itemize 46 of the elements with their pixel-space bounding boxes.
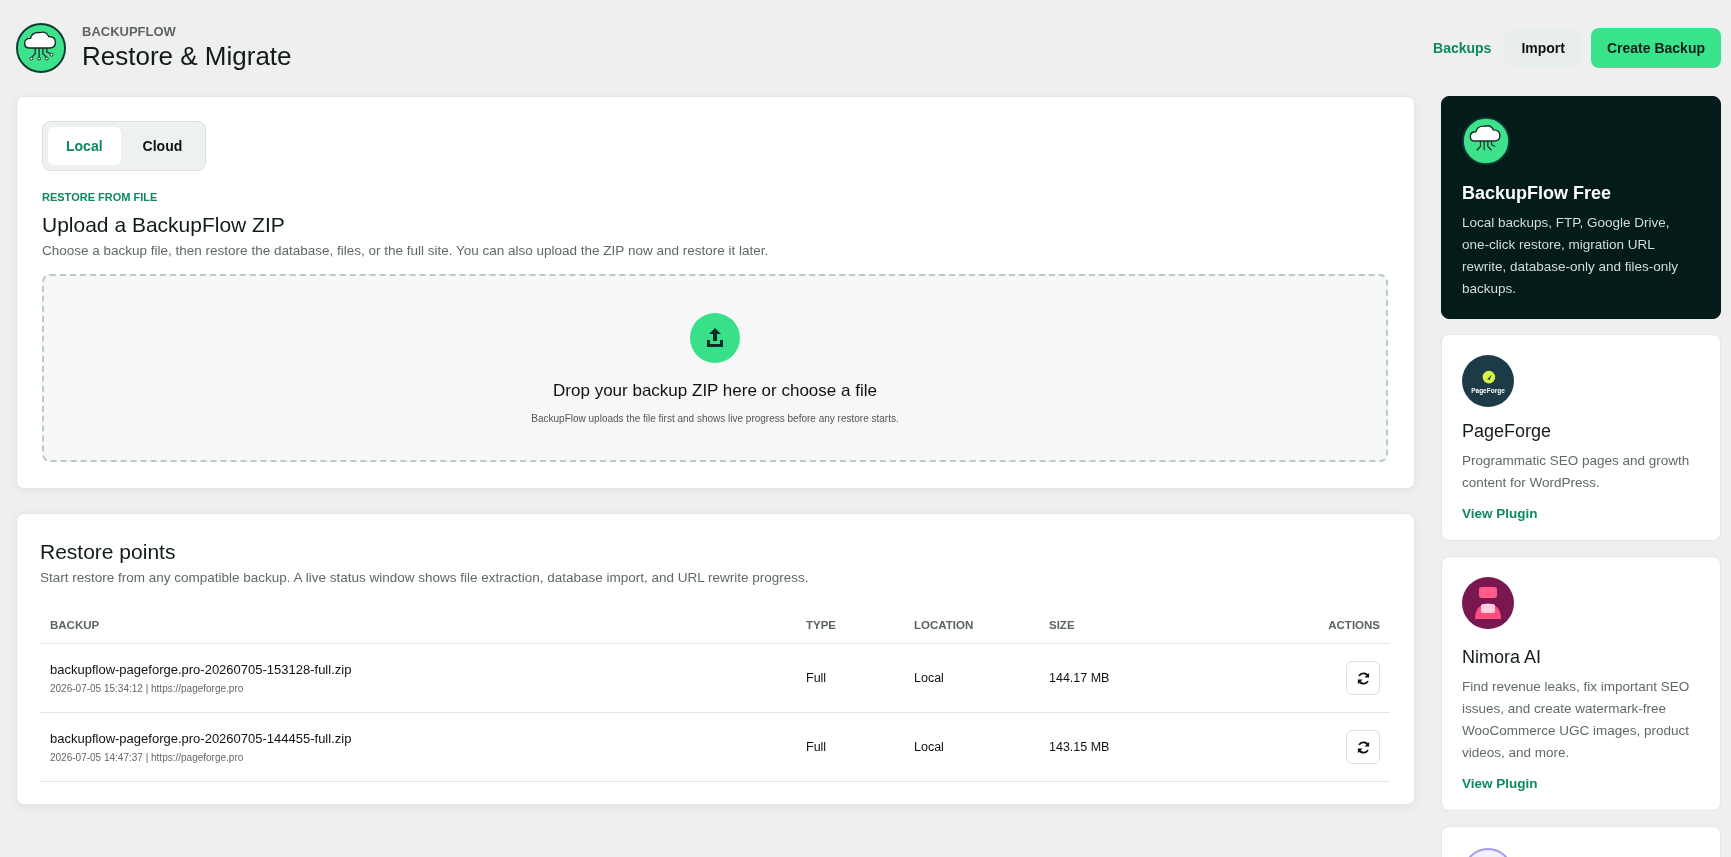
view-plugin-link[interactable]: View Plugin — [1462, 506, 1538, 521]
column-header: TYPE — [806, 619, 837, 631]
plugin-title: PageForge — [1462, 421, 1553, 442]
plan-title: BackupFlow Free — [1462, 183, 1613, 204]
backup-file-name: backupflow-pageforge.pro-20260705-144455-full.zip — [50, 731, 353, 746]
column-header: SIZE — [1049, 619, 1075, 631]
app-name: BACKUPFLOW — [82, 24, 177, 39]
section-eyebrow: RESTORE FROM FILE — [42, 191, 159, 203]
robot-logo-icon — [1462, 577, 1514, 629]
plugin-description: Programmatic SEO pages and growth content for WordPress. — [1462, 452, 1691, 492]
source-tab[interactable]: Local — [48, 127, 121, 165]
backup-meta: 2026-07-05 15:34:12 | https://pageforge.pro — [50, 683, 245, 694]
dropzone-hint: BackupFlow uploads the file first and shows live progress before any restore starts. — [531, 412, 899, 424]
page-title: Restore & Migrate — [82, 41, 292, 72]
plugin-description: Find revenue leaks, fix important SEO issues, and create watermark-free WooCommerce UGC images, product videos, and more. — [1462, 678, 1691, 762]
plugin-title: Nimora AI — [1462, 647, 1543, 668]
import-button[interactable]: Import — [1505, 28, 1581, 68]
table-cell: Local — [914, 740, 944, 754]
cloud-circuit-logo-icon — [16, 23, 66, 73]
column-header: ACTIONS — [1328, 619, 1380, 631]
backup-meta: 2026-07-05 14:47:37 | https://pageforge.pro — [50, 752, 245, 763]
table-cell: Full — [806, 740, 827, 754]
backups-link[interactable]: Backups — [1429, 30, 1496, 66]
table-cell: 143.15 MB — [1049, 740, 1110, 754]
upload-icon — [690, 312, 740, 363]
restore-button[interactable] — [1346, 661, 1380, 695]
view-plugin-link[interactable]: View Plugin — [1462, 776, 1538, 791]
plan-description: Local backups, FTP, Google Drive, one-click restore, migration URL rewrite, database-only and files-only backups. — [1462, 214, 1680, 298]
restore-button[interactable] — [1346, 730, 1380, 764]
section-title: Restore points — [40, 540, 177, 564]
column-header: BACKUP — [50, 619, 100, 631]
table-cell: Full — [806, 671, 827, 685]
column-header: LOCATION — [914, 619, 974, 631]
section-description: Choose a backup file, then restore the database, files, or the full site. You can also upload the ZIP now and restore it later. — [42, 243, 770, 258]
create-backup-button[interactable]: Create Backup — [1590, 28, 1721, 68]
cloud-circuit-logo-icon — [1462, 117, 1510, 165]
table-cell: 144.17 MB — [1049, 671, 1110, 685]
section-description: Start restore from any compatible backup. A live status window shows file extraction, database import, and URL rewrite progress. — [40, 570, 810, 585]
refresh-icon — [1355, 739, 1371, 755]
section-title: Upload a BackupFlow ZIP — [42, 213, 286, 237]
table-cell: Local — [914, 671, 944, 685]
backup-file-name: backupflow-pageforge.pro-20260705-153128-full.zip — [50, 662, 353, 677]
refresh-icon — [1355, 670, 1371, 686]
file-dropzone[interactable]: Drop your backup ZIP here or choose a file BackupFlow uploads the file first and shows live progress before any restore starts. — [42, 274, 1388, 462]
dropzone-title: Drop your backup ZIP here or choose a file — [553, 380, 877, 401]
source-tab[interactable]: Cloud — [124, 127, 201, 165]
